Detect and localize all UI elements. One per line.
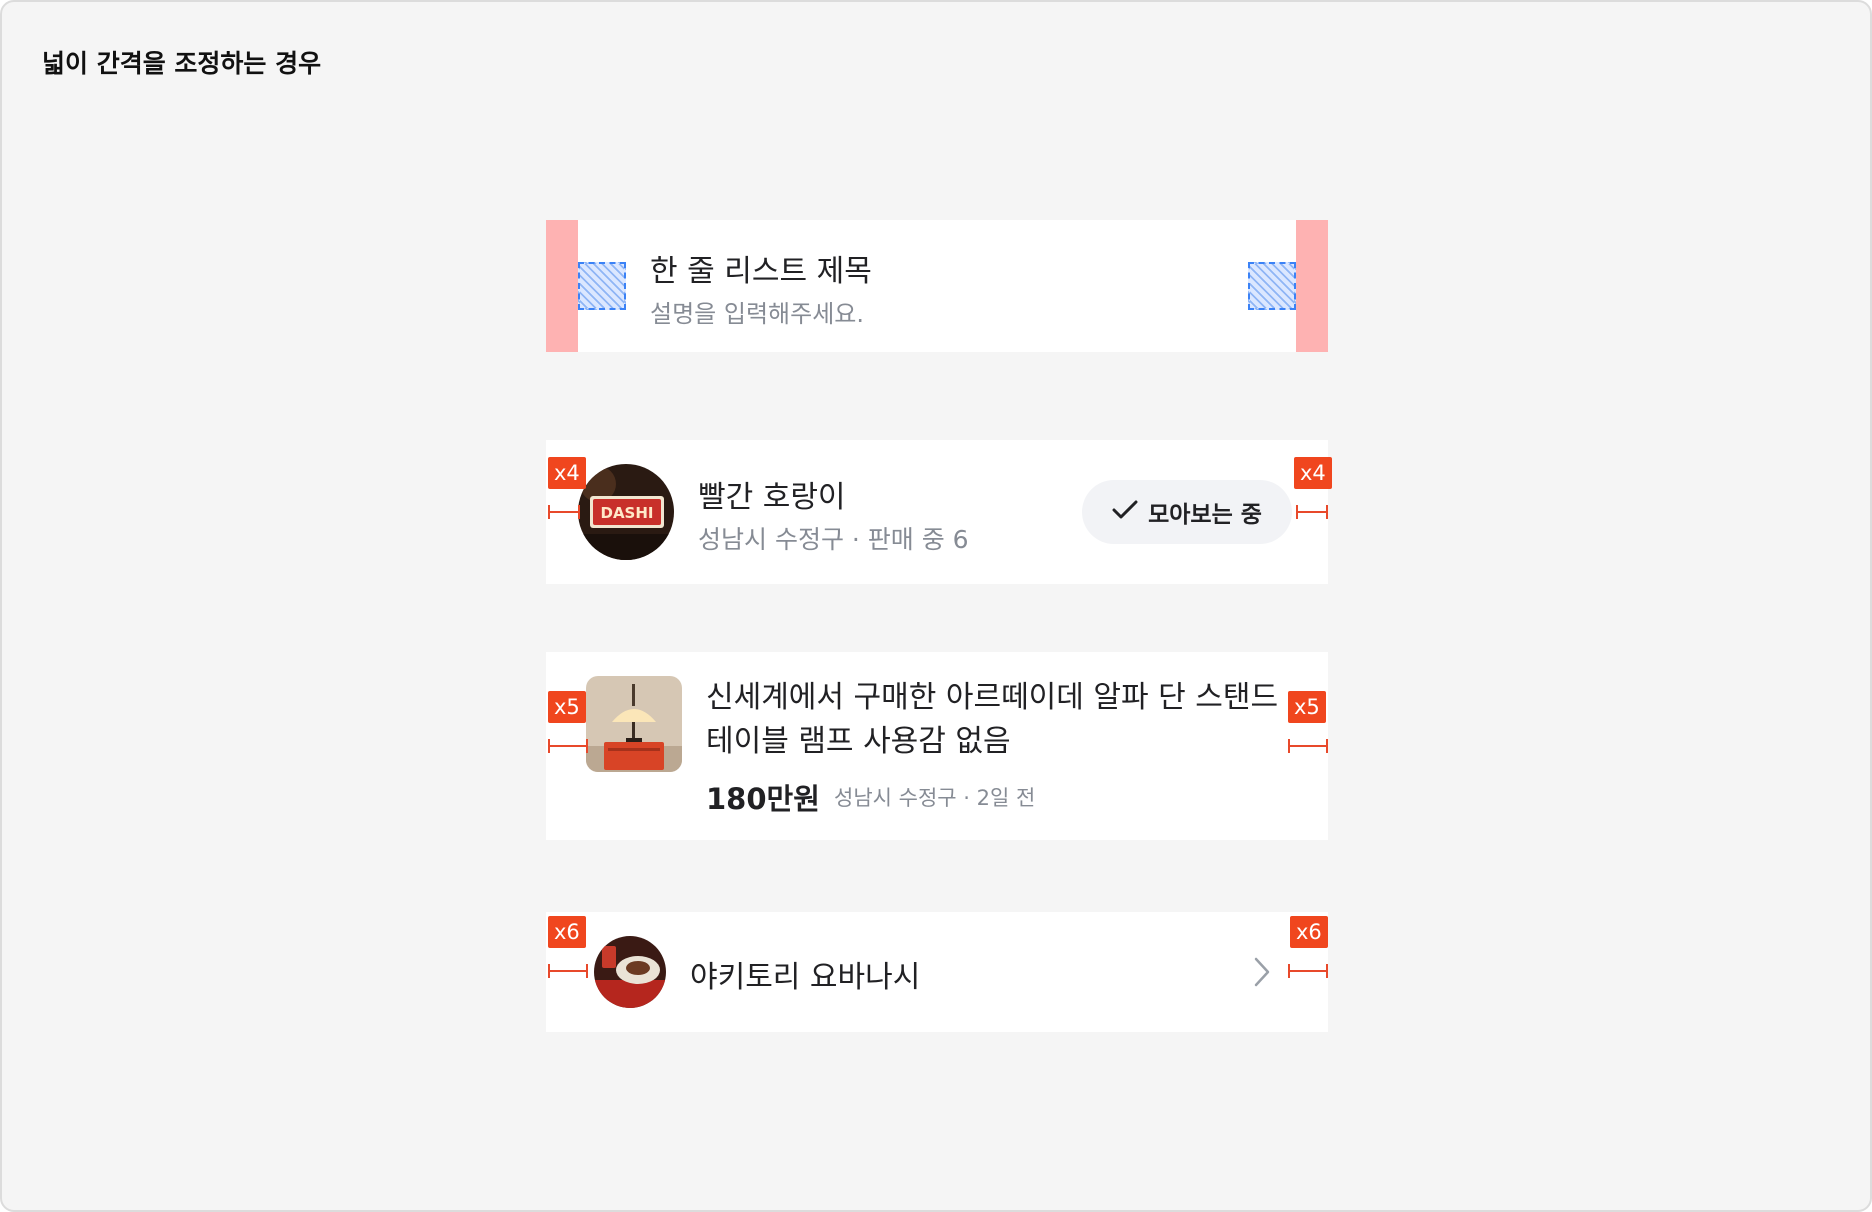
spacing-measure-left: [548, 739, 588, 753]
list-description: 설명을 입력해주세요.: [650, 300, 864, 328]
chevron-right-icon[interactable]: [1252, 956, 1272, 992]
left-slot-placeholder: [578, 262, 626, 310]
product-list-item[interactable]: 신세계에서 구매한 아르떼이데 알파 단 스탠드 테이블 램프 사용감 없음 1…: [546, 652, 1328, 840]
spacing-measure-left: [548, 964, 588, 978]
spacing-badge-right: x5: [1288, 691, 1326, 723]
store-avatar: [594, 936, 666, 1008]
profile-list-item[interactable]: DASHI 빨간 호랑이 성남시 수정구 · 판매 중 6 모아보는 중: [546, 440, 1328, 584]
product-thumbnail: [586, 676, 682, 772]
right-slot-placeholder: [1248, 262, 1296, 310]
spacing-badge-right: x6: [1290, 916, 1328, 948]
product-price: 180만원: [706, 782, 820, 816]
spacing-badge-left: x6: [548, 916, 586, 948]
spacing-measure-right: [1288, 964, 1328, 978]
spacing-measure-right: [1288, 739, 1328, 753]
left-padding-highlight: [546, 220, 578, 352]
store-name: 야키토리 요바나시: [690, 960, 921, 995]
spacing-badge-left: x5: [548, 691, 586, 723]
spacing-badge-left: x4: [548, 457, 586, 489]
list-title: 한 줄 리스트 제목: [650, 254, 872, 289]
profile-avatar: DASHI: [578, 464, 674, 560]
following-toggle-button[interactable]: 모아보는 중: [1082, 480, 1292, 544]
canvas-frame: 넓이 간격을 조정하는 경우 한 줄 리스트 제목 설명을 입력해주세요. DA…: [0, 0, 1872, 1212]
avatar-sign-text: DASHI: [601, 504, 654, 522]
page-title: 넓이 간격을 조정하는 경우: [42, 49, 322, 78]
store-list-item[interactable]: 야키토리 요바나시: [546, 912, 1328, 1032]
spacing-measure-right: [1296, 505, 1328, 519]
spacing-badge-right: x4: [1294, 457, 1332, 489]
profile-name: 빨간 호랑이: [698, 480, 846, 515]
spacing-measure-left: [548, 505, 580, 519]
profile-subtitle: 성남시 수정구 · 판매 중 6: [698, 525, 969, 554]
product-meta: 성남시 수정구 · 2일 전: [834, 786, 1036, 810]
product-title: 신세계에서 구매한 아르떼이데 알파 단 스탠드 테이블 램프 사용감 없음: [706, 680, 1279, 759]
checkmark-icon: [1112, 499, 1138, 525]
one-line-list-example: 한 줄 리스트 제목 설명을 입력해주세요.: [546, 220, 1328, 352]
following-toggle-label: 모아보는 중: [1148, 502, 1262, 528]
right-padding-highlight: [1296, 220, 1328, 352]
